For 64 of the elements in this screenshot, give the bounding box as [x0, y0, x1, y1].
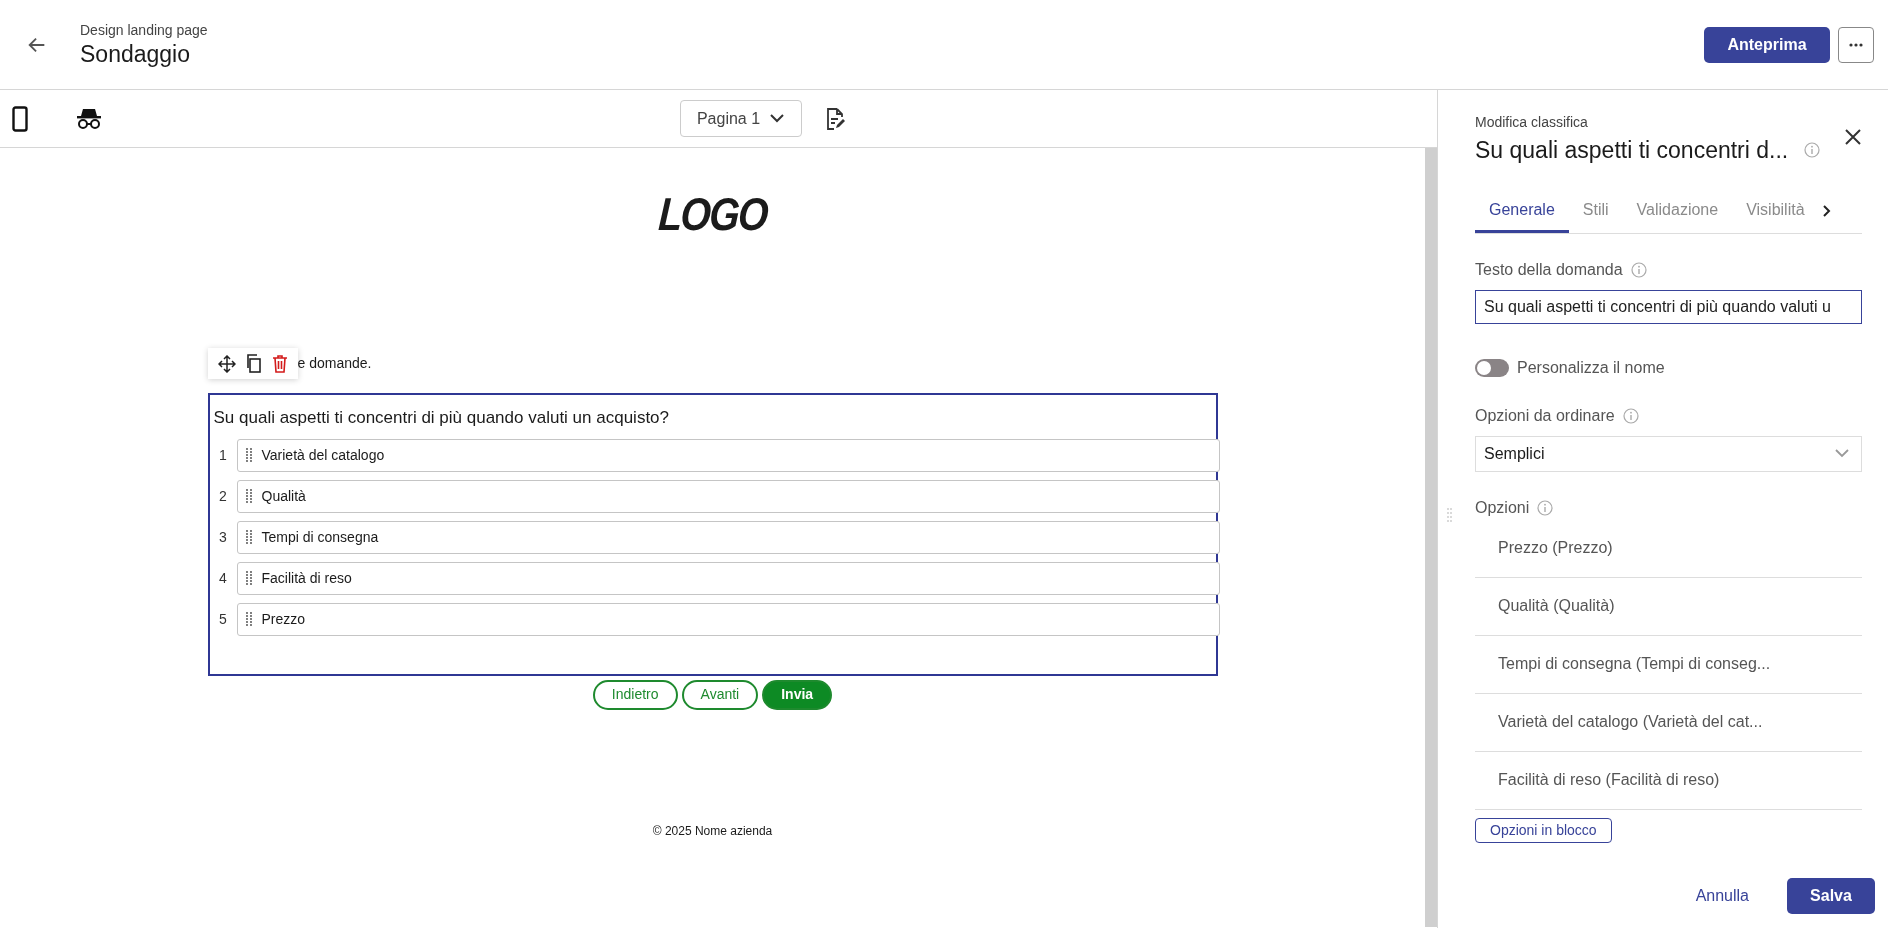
close-icon[interactable] — [1844, 128, 1862, 146]
info-icon[interactable] — [1537, 499, 1554, 516]
intro-text: e domande. — [297, 354, 372, 373]
rank-number: 5 — [218, 609, 228, 629]
drag-handle-icon[interactable] — [245, 448, 252, 462]
toggle-switch[interactable] — [1475, 358, 1509, 377]
panel-tab[interactable]: Visibilità — [1732, 189, 1819, 233]
bulk-options-button[interactable]: Opzioni in blocco — [1475, 817, 1612, 843]
chevron-down-icon — [1835, 449, 1849, 458]
document-edit-icon[interactable] — [825, 107, 846, 130]
page-select[interactable]: Pagina 1 — [679, 100, 802, 137]
incognito-icon[interactable] — [76, 107, 102, 130]
logo: LOGO — [656, 187, 769, 242]
rank-number: 4 — [218, 568, 228, 588]
toggle-label: Personalizza il nome — [1517, 357, 1665, 378]
info-icon[interactable] — [1630, 261, 1647, 278]
option-item[interactable]: Facilità di reso (Facilità di reso) — [1475, 751, 1862, 810]
more-button[interactable] — [1838, 26, 1874, 63]
rank-number: 1 — [218, 445, 228, 465]
panel-tab[interactable]: Validazione — [1622, 189, 1733, 233]
drag-handle-icon[interactable] — [245, 571, 252, 585]
field-label: Testo della domanda — [1475, 259, 1623, 280]
rank-option[interactable]: Prezzo — [236, 602, 1220, 636]
chevron-down-icon — [770, 114, 785, 123]
order-select[interactable]: Semplici — [1475, 435, 1862, 472]
field-label: Opzioni — [1475, 497, 1530, 518]
option-item[interactable]: Prezzo (Prezzo) — [1475, 519, 1862, 578]
page-subtitle: Design landing page — [80, 21, 208, 41]
info-icon[interactable] — [1622, 407, 1639, 424]
info-icon[interactable] — [1804, 142, 1821, 159]
rank-option[interactable]: Tempi di consegna — [236, 520, 1220, 554]
trash-icon[interactable] — [271, 354, 288, 373]
panel-title: Su quali aspetti ti concentri d... — [1475, 136, 1789, 165]
panel-caption: Modifica classifica — [1475, 113, 1589, 132]
drag-handle-icon[interactable] — [245, 612, 252, 626]
option-item[interactable]: Qualità (Qualità) — [1475, 577, 1862, 636]
copyright-text: © 2025 Nome azienda — [652, 823, 773, 838]
option-item[interactable]: Tempi di consegna (Tempi di conseg... — [1475, 635, 1862, 694]
copy-icon[interactable] — [245, 354, 262, 373]
question-text-field[interactable]: Su quali aspetti ti concentri di più quando valuti u — [1475, 289, 1862, 324]
more-icon — [1849, 42, 1863, 47]
drag-handle-icon[interactable] — [245, 530, 252, 544]
preview-button[interactable]: Anteprima — [1704, 26, 1830, 63]
save-button[interactable]: Salva — [1787, 878, 1875, 914]
rank-option[interactable]: Qualità — [236, 479, 1220, 513]
phone-icon[interactable] — [12, 105, 28, 132]
page-title: Sondaggio — [80, 41, 191, 69]
drag-handle-icon[interactable] — [245, 489, 252, 503]
resize-handle-icon[interactable] — [1447, 508, 1452, 522]
rank-number: 3 — [218, 527, 228, 547]
chevron-right-icon[interactable] — [1822, 205, 1831, 217]
option-item[interactable]: Varietà del catalogo (Varietà del cat... — [1475, 693, 1862, 752]
field-label: Opzioni da ordinare — [1475, 405, 1615, 426]
cancel-button[interactable]: Annulla — [1689, 883, 1755, 909]
nav-button[interactable]: Indietro — [592, 679, 678, 710]
panel-tab[interactable]: Stili — [1568, 189, 1623, 233]
rank-option[interactable]: Facilità di reso — [236, 561, 1220, 595]
move-icon[interactable] — [217, 354, 236, 373]
nav-button[interactable]: Avanti — [681, 679, 759, 710]
rank-number: 2 — [218, 486, 228, 506]
panel-tab[interactable]: Generale — [1475, 189, 1569, 233]
nav-button[interactable]: Invia — [762, 679, 833, 710]
rank-option[interactable]: Varietà del catalogo — [236, 438, 1220, 472]
question-title: Su quali aspetti ti concentri di più quando valuti un acquisto? — [213, 407, 671, 429]
